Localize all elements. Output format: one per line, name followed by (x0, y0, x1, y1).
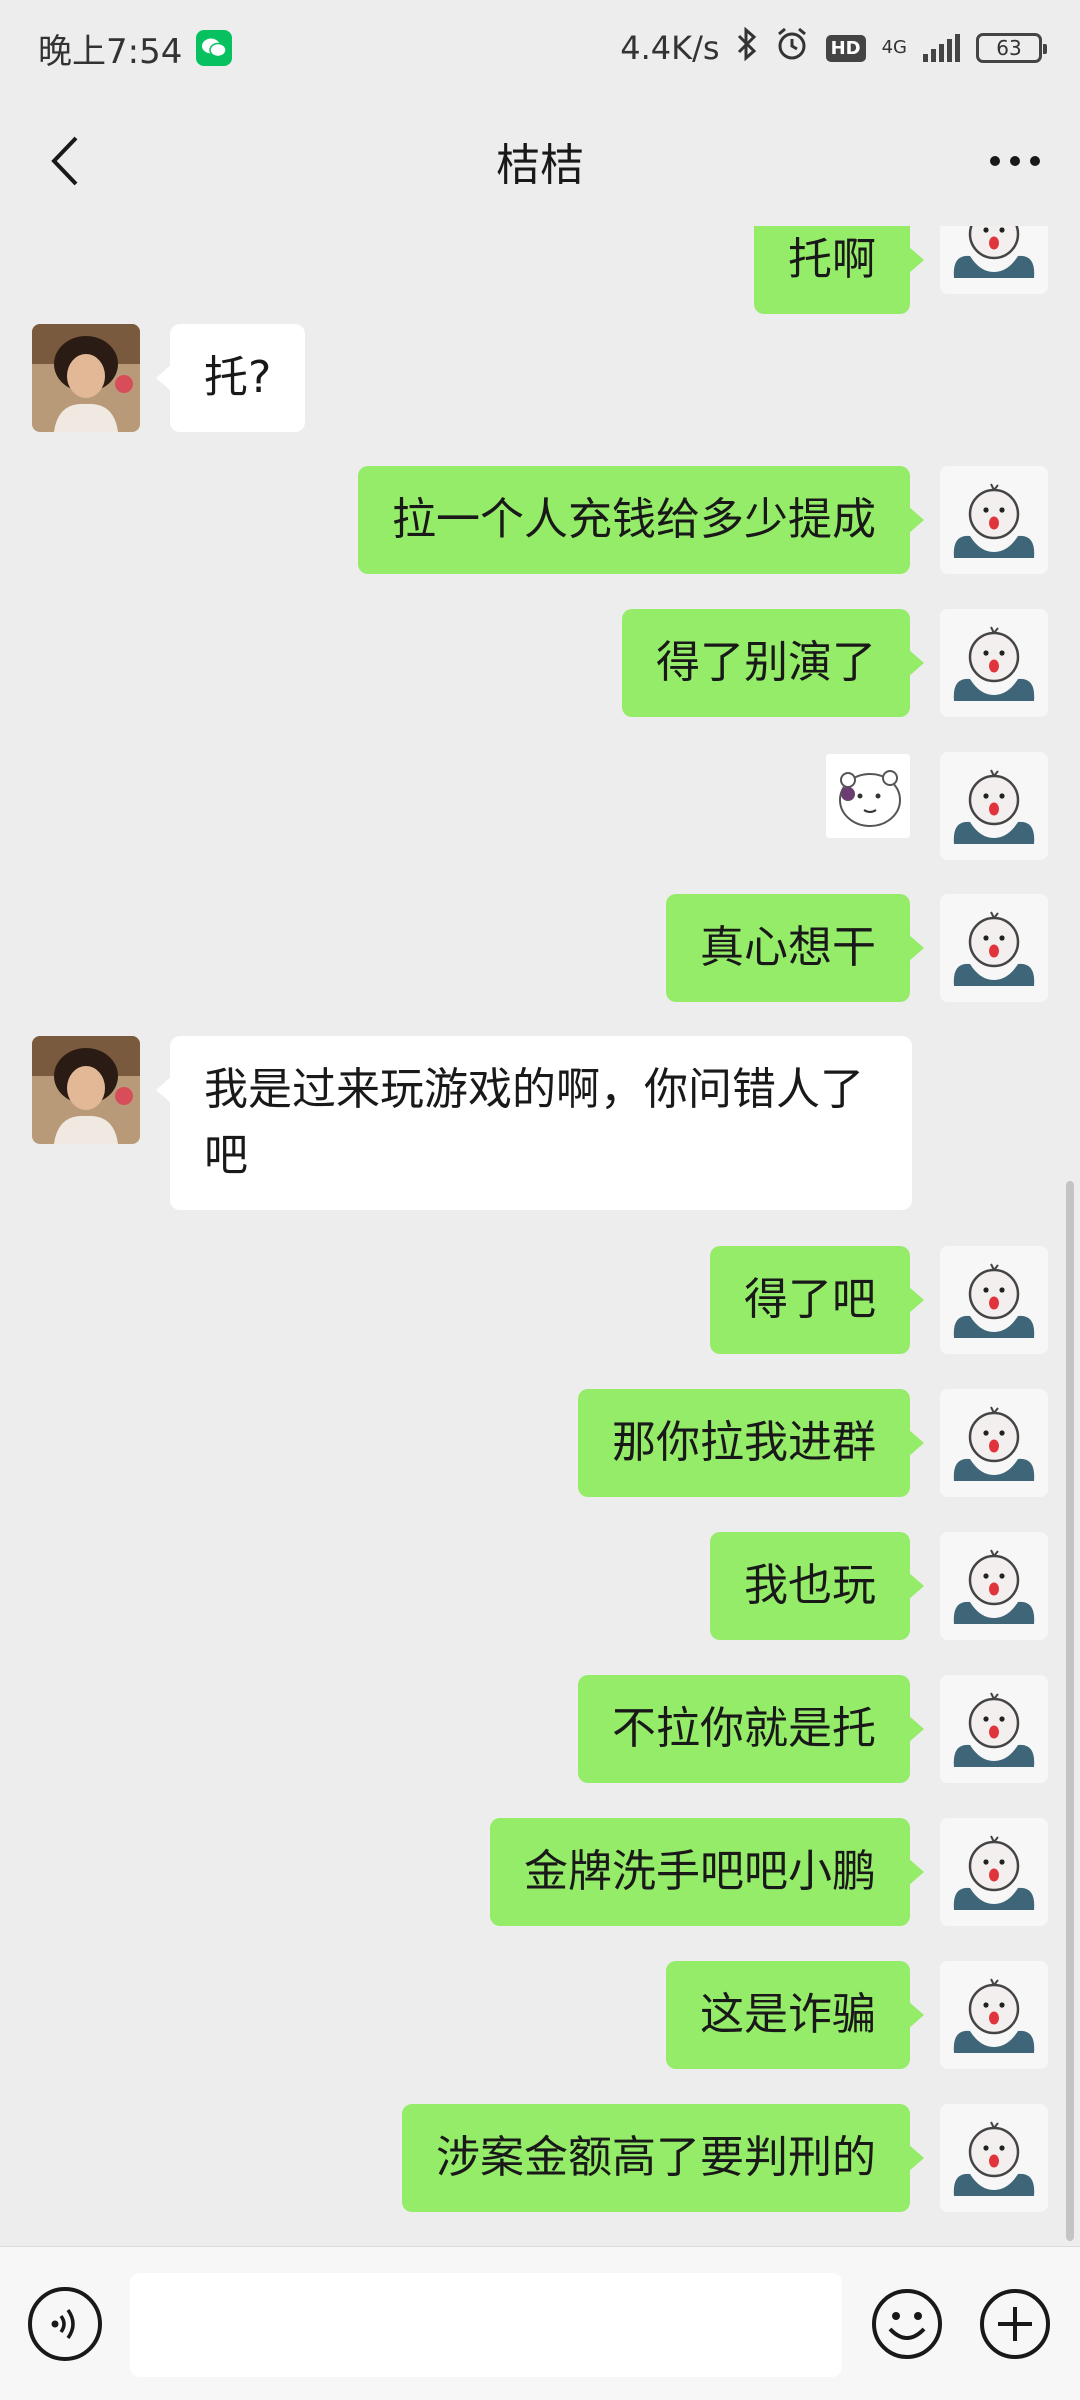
message-bubble[interactable]: 金牌洗手吧吧小鹏 (490, 1818, 924, 1926)
message-bubble[interactable]: 拉一个人充钱给多少提成 (358, 466, 924, 574)
voice-icon (51, 2308, 75, 2340)
my-avatar[interactable] (940, 752, 1048, 860)
message-bubble[interactable]: 那你拉我进群 (578, 1389, 924, 1497)
my-avatar[interactable] (940, 2104, 1048, 2212)
emoji-button[interactable] (870, 2287, 944, 2361)
my-avatar[interactable] (940, 894, 1048, 1002)
network-speed: 4.4K/s (620, 29, 720, 67)
network-type: 4G (881, 37, 907, 58)
my-avatar[interactable] (940, 1961, 1048, 2069)
my-avatar[interactable] (940, 1675, 1048, 1783)
bear-sticker-icon[interactable] (826, 754, 910, 838)
more-functions-button[interactable] (978, 2287, 1052, 2361)
my-avatar[interactable] (940, 1532, 1048, 1640)
contact-avatar[interactable] (32, 324, 140, 432)
status-bar: 晚上7:54 4.4K/s HD 4G 63 (0, 0, 1080, 96)
message-bubble[interactable]: 真心想干 (666, 894, 924, 1002)
status-right: 4.4K/s HD 4G 63 (620, 26, 1047, 70)
chat-header: 桔桔 (0, 96, 1080, 226)
scrollbar[interactable] (1066, 1181, 1074, 2241)
message-bubble[interactable]: 我是过来玩游戏的啊，你问错人了吧 (156, 1036, 912, 1210)
signal-icon (923, 34, 960, 62)
message-bubble[interactable]: 得了别演了 (622, 609, 924, 717)
input-bar (0, 2246, 1080, 2400)
my-avatar[interactable] (940, 609, 1048, 717)
alarm-icon (774, 26, 810, 70)
wechat-notification-icon (196, 30, 233, 66)
my-avatar[interactable] (940, 1389, 1048, 1497)
message-bubble[interactable]: 我也玩 (710, 1532, 924, 1640)
more-dots-icon (990, 156, 1040, 166)
status-time: 晚上7:54 (38, 31, 183, 72)
message-list[interactable]: 托啊 托? 拉一个人充钱给多少提成 得了别演了 真心想干 我是过来玩游戏的啊，你… (0, 226, 1080, 2246)
my-avatar[interactable] (940, 1818, 1048, 1926)
message-bubble[interactable]: 涉案金额高了要判刑的 (402, 2104, 924, 2212)
message-input[interactable] (130, 2273, 842, 2377)
hd-badge: HD (825, 34, 866, 62)
back-button[interactable] (30, 126, 100, 196)
my-avatar[interactable] (940, 226, 1048, 294)
status-left: 晚上7:54 (38, 24, 233, 73)
voice-input-button[interactable] (28, 2287, 102, 2361)
my-avatar[interactable] (940, 1246, 1048, 1354)
message-bubble[interactable]: 这是诈骗 (666, 1961, 924, 2069)
message-bubble[interactable]: 不拉你就是托 (578, 1675, 924, 1783)
chevron-left-icon (51, 136, 78, 186)
emoji-icon (872, 2289, 942, 2359)
contact-avatar[interactable] (32, 1036, 140, 1144)
message-bubble[interactable]: 得了吧 (710, 1246, 924, 1354)
plus-icon (980, 2289, 1050, 2359)
bluetooth-icon (736, 26, 758, 69)
message-bubble[interactable]: 托? (155, 324, 306, 432)
battery-icon: 63 (976, 33, 1047, 63)
more-options-button[interactable] (980, 126, 1050, 196)
chat-title: 桔桔 (496, 140, 584, 191)
message-bubble[interactable]: 托啊 (754, 226, 924, 314)
my-avatar[interactable] (940, 466, 1048, 574)
battery-level: 63 (996, 36, 1022, 60)
